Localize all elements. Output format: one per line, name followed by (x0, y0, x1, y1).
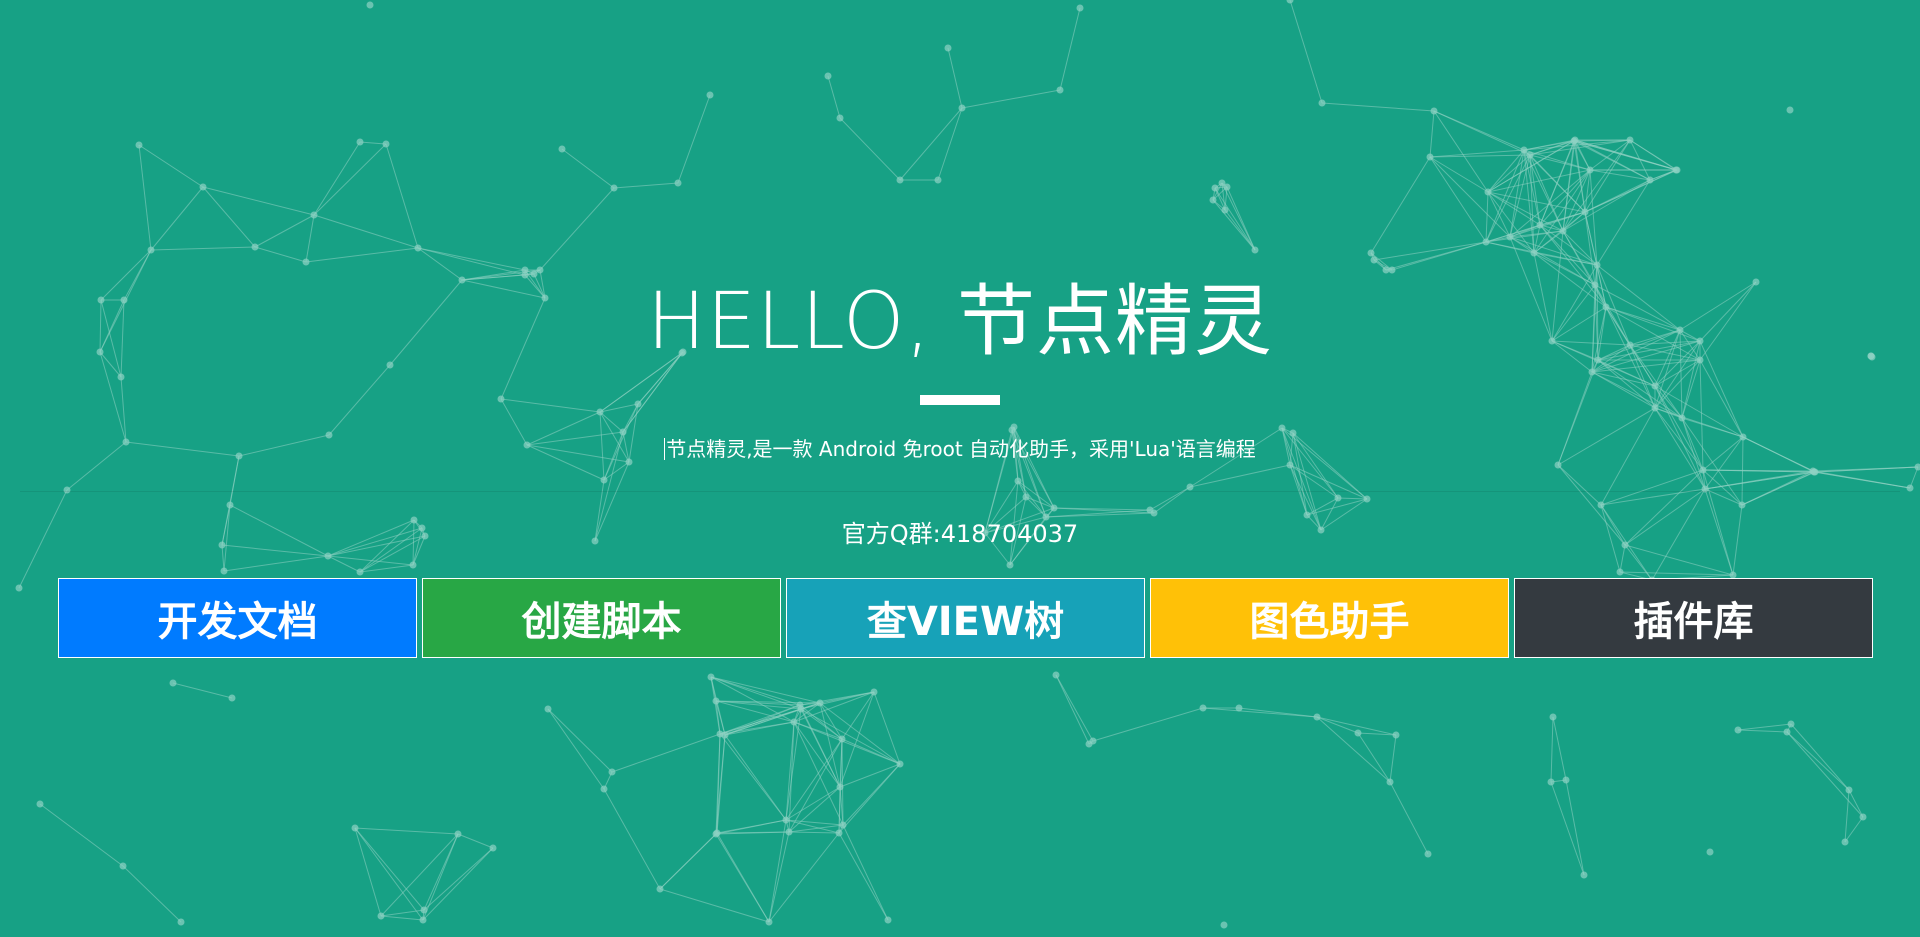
action-button-row: 开发文档 创建脚本 查VIEW树 图色助手 插件库 (58, 578, 1873, 658)
title-divider (920, 395, 1000, 405)
qq-group-info: 官方Q群:418704037 (841, 520, 1079, 548)
view-tree-button[interactable]: 查VIEW树 (786, 578, 1145, 658)
hero-subtitle-wrapper: 节点精灵,是一款 Android 免root 自动化助手，采用'Lua'语言编程 (0, 435, 1920, 463)
divider-line (20, 491, 1900, 492)
page: HELLO, 节点精灵 节点精灵,是一款 Android 免root 自动化助手… (0, 0, 1920, 937)
hero-section: HELLO, 节点精灵 节点精灵,是一款 Android 免root 自动化助手… (0, 0, 1920, 937)
hero-subtitle: 节点精灵,是一款 Android 免root 自动化助手，采用'Lua'语言编程 (666, 437, 1256, 461)
color-helper-button[interactable]: 图色助手 (1150, 578, 1509, 658)
dev-docs-button[interactable]: 开发文档 (58, 578, 417, 658)
hero-title: HELLO, 节点精灵 (646, 277, 1274, 367)
plugin-library-button[interactable]: 插件库 (1514, 578, 1873, 658)
create-script-button[interactable]: 创建脚本 (422, 578, 781, 658)
